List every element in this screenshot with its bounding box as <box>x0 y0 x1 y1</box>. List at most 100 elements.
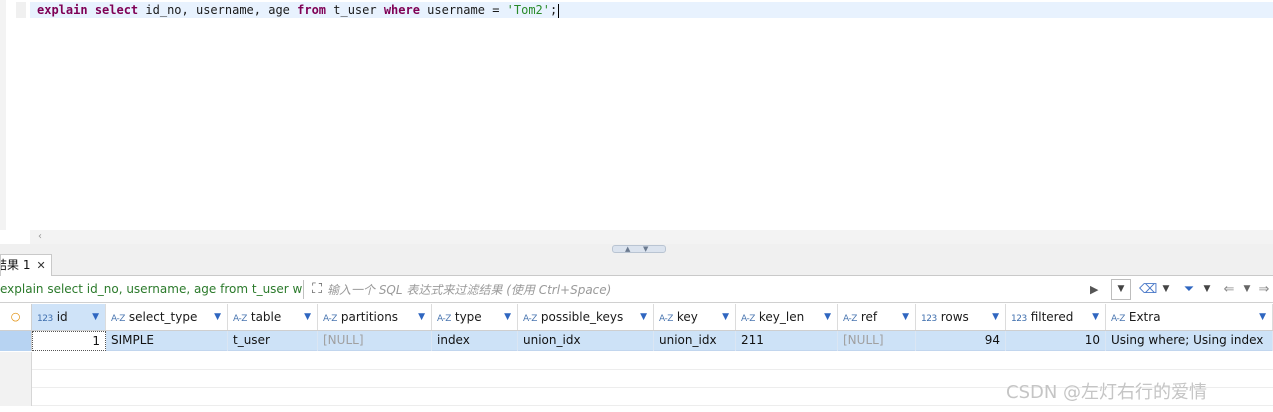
watermark: CSDN @左灯右行的爱情 <box>1006 382 1208 403</box>
column-label: partitions <box>340 310 399 324</box>
text-type-icon: A-Z <box>659 314 673 324</box>
sort-dropdown-icon[interactable]: ▼ <box>1092 304 1099 330</box>
sql-text: t_user <box>326 3 384 17</box>
back-arrow-icon[interactable]: ⇐ <box>1219 279 1239 300</box>
filter-icon[interactable]: ⏷ <box>1180 279 1198 300</box>
text-type-icon: A-Z <box>1111 314 1125 324</box>
cell-select-type[interactable]: SIMPLE <box>106 331 228 351</box>
column-label: id <box>56 310 68 324</box>
splitter-handle[interactable]: ▲ ▼ <box>612 245 666 253</box>
column-header-type[interactable]: A-Z type ▼ <box>432 304 518 330</box>
divider <box>303 280 304 299</box>
query-text: explain select id_no, username, age from… <box>0 282 302 296</box>
sql-keyword: from <box>297 3 327 17</box>
cell-type[interactable]: index <box>432 331 518 351</box>
tab-result-1[interactable]: 结果 1 ✕ <box>0 254 52 276</box>
chevron-down-icon[interactable]: ▼ <box>1202 279 1212 300</box>
cell-filtered[interactable]: 10 <box>1006 331 1106 351</box>
column-label: type <box>454 310 482 324</box>
column-label: table <box>250 310 282 324</box>
row-header[interactable] <box>0 370 32 388</box>
collapse-up-icon[interactable]: ▲ <box>625 246 630 253</box>
column-header-key-len[interactable]: A-Z key_len ▼ <box>736 304 838 330</box>
sort-dropdown-icon[interactable]: ▼ <box>92 304 99 330</box>
column-label: select_type <box>128 310 198 324</box>
empty-row <box>0 352 1273 370</box>
cell-rows[interactable]: 94 <box>916 331 1006 351</box>
text-type-icon: A-Z <box>233 314 247 324</box>
panel-splitter[interactable]: ▲ ▼ <box>0 244 1273 254</box>
scroll-left-icon[interactable]: ‹ <box>38 230 42 244</box>
column-label: rows <box>940 310 969 324</box>
cell-extra[interactable]: Using where; Using index <box>1106 331 1273 351</box>
cell-possible-keys[interactable]: union_idx <box>518 331 654 351</box>
text-type-icon: A-Z <box>111 314 125 324</box>
sql-string: 'Tom2' <box>506 3 551 17</box>
results-tab-strip: 结果 1 ✕ <box>0 254 1273 276</box>
editor-horizontal-scrollbar[interactable]: ‹ <box>30 230 1273 244</box>
cell-key[interactable]: union_idx <box>654 331 736 351</box>
apply-filter-icon[interactable]: ▶ <box>1090 281 1104 299</box>
column-header-partitions[interactable]: A-Z partitions ▼ <box>318 304 432 330</box>
sort-dropdown-icon[interactable]: ▼ <box>1259 304 1266 330</box>
forward-arrow-icon[interactable]: ⇒ <box>1257 279 1271 300</box>
text-cursor <box>558 3 560 18</box>
sql-keyword: explain <box>37 3 88 17</box>
numeric-type-icon: 123 <box>37 314 53 324</box>
collapse-down-icon[interactable]: ▼ <box>643 246 648 253</box>
sort-dropdown-icon[interactable]: ▼ <box>992 304 999 330</box>
row-header[interactable] <box>0 388 32 406</box>
cell-table[interactable]: t_user <box>228 331 318 351</box>
cell-partitions[interactable]: [NULL] <box>318 331 432 351</box>
row-header[interactable] <box>0 331 32 351</box>
sort-dropdown-icon[interactable]: ▼ <box>214 304 221 330</box>
column-header-key[interactable]: A-Z key ▼ <box>654 304 736 330</box>
close-icon[interactable]: ✕ <box>36 259 45 272</box>
sort-dropdown-icon[interactable]: ▼ <box>824 304 831 330</box>
filter-input[interactable] <box>327 280 1085 299</box>
column-header-table[interactable]: A-Z table ▼ <box>228 304 318 330</box>
editor-gutter <box>0 0 6 230</box>
sort-dropdown-icon[interactable]: ▼ <box>722 304 729 330</box>
filter-bar: explain select id_no, username, age from… <box>0 277 1273 303</box>
row-header[interactable] <box>0 352 32 370</box>
text-type-icon: A-Z <box>523 314 537 324</box>
sql-editor[interactable]: explain select id_no, username, age from… <box>0 0 1273 244</box>
cell-ref[interactable]: [NULL] <box>838 331 916 351</box>
column-header-filtered[interactable]: 123 filtered ▼ <box>1006 304 1106 330</box>
column-header-rows[interactable]: 123 rows ▼ <box>916 304 1006 330</box>
grid-header: ○ 123 id ▼ A-Z select_type ▼ A-Z table ▼ A-Z parti… <box>0 304 1273 331</box>
column-header-id[interactable]: 123 id ▼ <box>32 304 106 330</box>
filter-history-dropdown[interactable]: ▼ <box>1111 279 1131 300</box>
text-type-icon: A-Z <box>437 314 451 324</box>
sql-text: id_no, username, age <box>138 3 298 17</box>
sort-dropdown-icon[interactable]: ▼ <box>418 304 425 330</box>
line-marker <box>16 2 26 18</box>
column-header-select-type[interactable]: A-Z select_type ▼ <box>106 304 228 330</box>
eraser-icon[interactable]: ⌫ <box>1139 279 1157 300</box>
column-header-ref[interactable]: A-Z ref ▼ <box>838 304 916 330</box>
tab-label: 结果 1 <box>1 258 31 272</box>
expand-icon[interactable]: ⛶ <box>309 280 325 298</box>
chevron-down-icon[interactable]: ▼ <box>1242 279 1252 300</box>
text-type-icon: A-Z <box>741 314 755 324</box>
column-header-possible-keys[interactable]: A-Z possible_keys ▼ <box>518 304 654 330</box>
numeric-type-icon: 123 <box>921 314 937 324</box>
row-status-icon[interactable]: ○ <box>0 304 32 331</box>
sql-keyword: where <box>383 3 420 17</box>
chevron-down-icon[interactable]: ▼ <box>1161 279 1171 300</box>
sort-dropdown-icon[interactable]: ▼ <box>640 304 647 330</box>
table-row[interactable]: 1 SIMPLE t_user [NULL] index union_idx union_i… <box>0 331 1273 351</box>
column-label: Extra <box>1128 310 1161 324</box>
text-type-icon: A-Z <box>843 314 857 324</box>
sort-dropdown-icon[interactable]: ▼ <box>304 304 311 330</box>
sql-statement[interactable]: explain select id_no, username, age from… <box>37 2 560 18</box>
column-label: key <box>676 310 698 324</box>
cell-id[interactable]: 1 <box>32 331 106 351</box>
sql-text: username = <box>419 3 507 17</box>
column-header-extra[interactable]: A-Z Extra ▼ <box>1106 304 1273 330</box>
sort-dropdown-icon[interactable]: ▼ <box>902 304 909 330</box>
sort-dropdown-icon[interactable]: ▼ <box>504 304 511 330</box>
cell-key-len[interactable]: 211 <box>736 331 838 351</box>
